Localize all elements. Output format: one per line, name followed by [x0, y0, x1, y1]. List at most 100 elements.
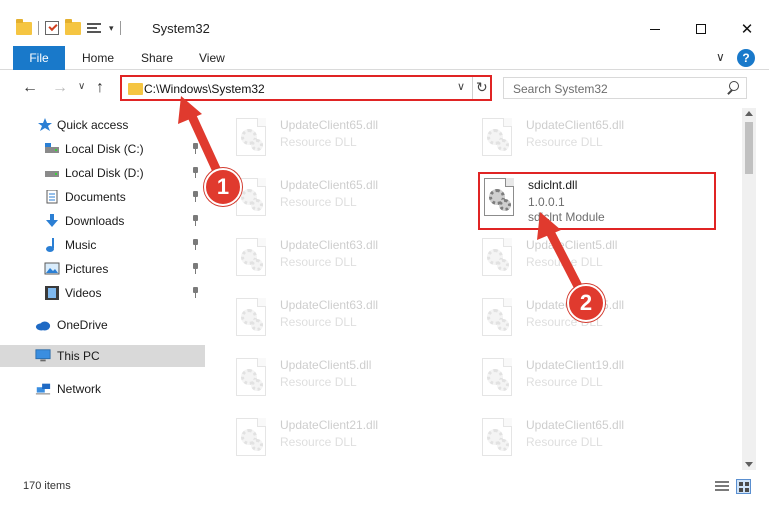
sidebar-item-downloads[interactable]: Downloads [0, 210, 205, 232]
maximize-icon [696, 24, 706, 34]
file-name: UpdateClient63.dll [280, 238, 379, 252]
help-icon[interactable]: ? [737, 49, 755, 67]
file-type: Resource DLL [280, 315, 357, 329]
sidebar-item-label: Quick access [57, 118, 129, 132]
search-input[interactable]: Search System32 [503, 77, 747, 99]
forward-button[interactable]: → [52, 79, 68, 97]
close-button[interactable]: ✕ [724, 14, 769, 44]
sidebar-item-music[interactable]: Music [0, 234, 205, 256]
file-list: UpdateClient65.dll Resource DLL UpdateCl… [210, 108, 742, 470]
dll-file-icon [236, 118, 266, 156]
file-name: UpdateClient19.dll [526, 358, 625, 372]
file-name: UpdateClient21.dll [280, 418, 379, 432]
properties-list-icon[interactable] [87, 21, 103, 35]
tab-home[interactable]: Home [82, 51, 114, 65]
address-dropdown-icon[interactable]: ∨ [457, 80, 465, 93]
refresh-icon[interactable]: ↻ [476, 79, 488, 96]
up-button[interactable]: ↑ [96, 79, 104, 97]
file-name: UpdateClient5.dll [526, 238, 618, 252]
sidebar-item-label: This PC [57, 349, 100, 363]
quick-access-toolbar: ▾ [16, 18, 121, 35]
pin-icon[interactable] [191, 215, 201, 227]
sidebar-item-videos[interactable]: Videos [0, 282, 205, 304]
sidebar-item-this-pc[interactable]: This PC [0, 345, 205, 367]
tab-share[interactable]: Share [141, 51, 173, 65]
folder-icon [128, 83, 143, 95]
file-name: UpdateClient65.dll [280, 118, 379, 132]
sidebar-item-pictures[interactable]: Pictures [0, 258, 205, 280]
title-bar: ▾ System32 ✕ [0, 0, 769, 44]
file-type: Resource DLL [280, 135, 357, 149]
pin-icon[interactable] [191, 287, 201, 299]
pin-icon[interactable] [191, 191, 201, 203]
sidebar-item-label: Downloads [65, 214, 125, 228]
drive-icon [45, 171, 59, 177]
documents-icon [46, 190, 58, 204]
scroll-thumb[interactable] [745, 122, 753, 174]
file-item[interactable]: UpdateClient63.dll Resource DLL [232, 232, 467, 286]
pin-icon[interactable] [191, 239, 201, 251]
item-count: 170 items [23, 480, 71, 492]
file-item[interactable]: UpdateClient65.dll Resource DLL [232, 172, 467, 226]
file-item[interactable]: UpdateClient21.dll Resource DLL [232, 412, 467, 466]
tab-view[interactable]: View [199, 51, 225, 65]
sidebar-item-local-disk-d[interactable]: Local Disk (D:) [0, 162, 205, 184]
sidebar-item-onedrive[interactable]: OneDrive [0, 314, 205, 336]
status-bar: 170 items [0, 474, 769, 498]
file-type: Resource DLL [280, 195, 357, 209]
file-type: Resource DLL [526, 375, 603, 389]
file-type: Resource DLL [526, 135, 603, 149]
tab-file[interactable]: File [13, 46, 65, 70]
file-highlight-box [478, 172, 716, 230]
sidebar-item-label: Network [57, 382, 102, 396]
file-item[interactable]: UpdateClient5.dll Resource DLL [478, 232, 713, 286]
sidebar-item-network[interactable]: Network [0, 378, 205, 400]
expand-ribbon-icon[interactable]: ∨ [716, 50, 725, 64]
sidebar-item-label: Music [65, 238, 97, 252]
address-bar[interactable]: C:\Windows\System32 ∨ ↻ [120, 75, 492, 101]
search-icon[interactable] [726, 81, 739, 94]
sidebar-item-local-disk-c[interactable]: Local Disk (C:) [0, 138, 205, 160]
file-type: Resource DLL [526, 435, 603, 449]
folder-icon[interactable] [16, 18, 32, 35]
cloud-icon [35, 321, 51, 331]
toolbar-separator [38, 21, 39, 35]
file-item[interactable]: UpdateClient65.dll Resource DLL [232, 112, 467, 166]
recent-locations-icon[interactable]: ∨ [78, 81, 85, 92]
file-item[interactable]: UpdateClient65.dll Resource DLL [478, 412, 713, 466]
file-name: UpdateClient65.dll [526, 118, 625, 132]
address-path[interactable]: C:\Windows\System32 [144, 82, 265, 96]
maximize-button[interactable] [678, 14, 724, 44]
file-name: UpdateClient5.dll [280, 358, 372, 372]
sidebar-item-quick-access[interactable]: Quick access [0, 114, 205, 136]
file-item[interactable]: UpdateClient65.dll Resource DLL [478, 112, 713, 166]
minimize-button[interactable] [632, 14, 678, 44]
computer-icon [35, 349, 51, 362]
back-button[interactable]: ← [22, 79, 38, 97]
sidebar-item-label: Local Disk (D:) [65, 166, 144, 180]
dll-file-icon [236, 298, 266, 336]
properties-check-icon[interactable] [45, 21, 59, 35]
sidebar-item-documents[interactable]: Documents [0, 186, 205, 208]
file-item[interactable]: UpdateClient63.dll Resource DLL [232, 292, 467, 346]
details-view-icon[interactable] [715, 481, 729, 492]
file-item[interactable]: UpdateClient19.dll Resource DLL [478, 352, 713, 406]
tiles-view-icon[interactable] [736, 479, 751, 494]
pin-icon[interactable] [191, 143, 201, 155]
ribbon-tabs: File Home Share View ∨ ? [0, 46, 769, 70]
scroll-up-icon[interactable] [745, 111, 753, 116]
customize-toolbar-dropdown-icon[interactable]: ▾ [109, 23, 114, 34]
file-type: Resource DLL [280, 375, 357, 389]
scroll-down-icon[interactable] [745, 462, 753, 467]
sidebar-item-label: Local Disk (C:) [65, 142, 144, 156]
vertical-scrollbar[interactable] [742, 108, 756, 470]
music-note-icon [46, 238, 54, 252]
sidebar-item-label: Pictures [65, 262, 109, 276]
pin-icon[interactable] [191, 167, 201, 179]
file-name: UpdateClient63.dll [280, 298, 379, 312]
sidebar-item-label: OneDrive [57, 318, 108, 332]
file-item[interactable]: UpdateClient5.dll Resource DLL [232, 352, 467, 406]
new-folder-icon[interactable] [65, 18, 81, 35]
pin-icon[interactable] [191, 263, 201, 275]
file-name: UpdateClient65.dll [280, 178, 379, 192]
